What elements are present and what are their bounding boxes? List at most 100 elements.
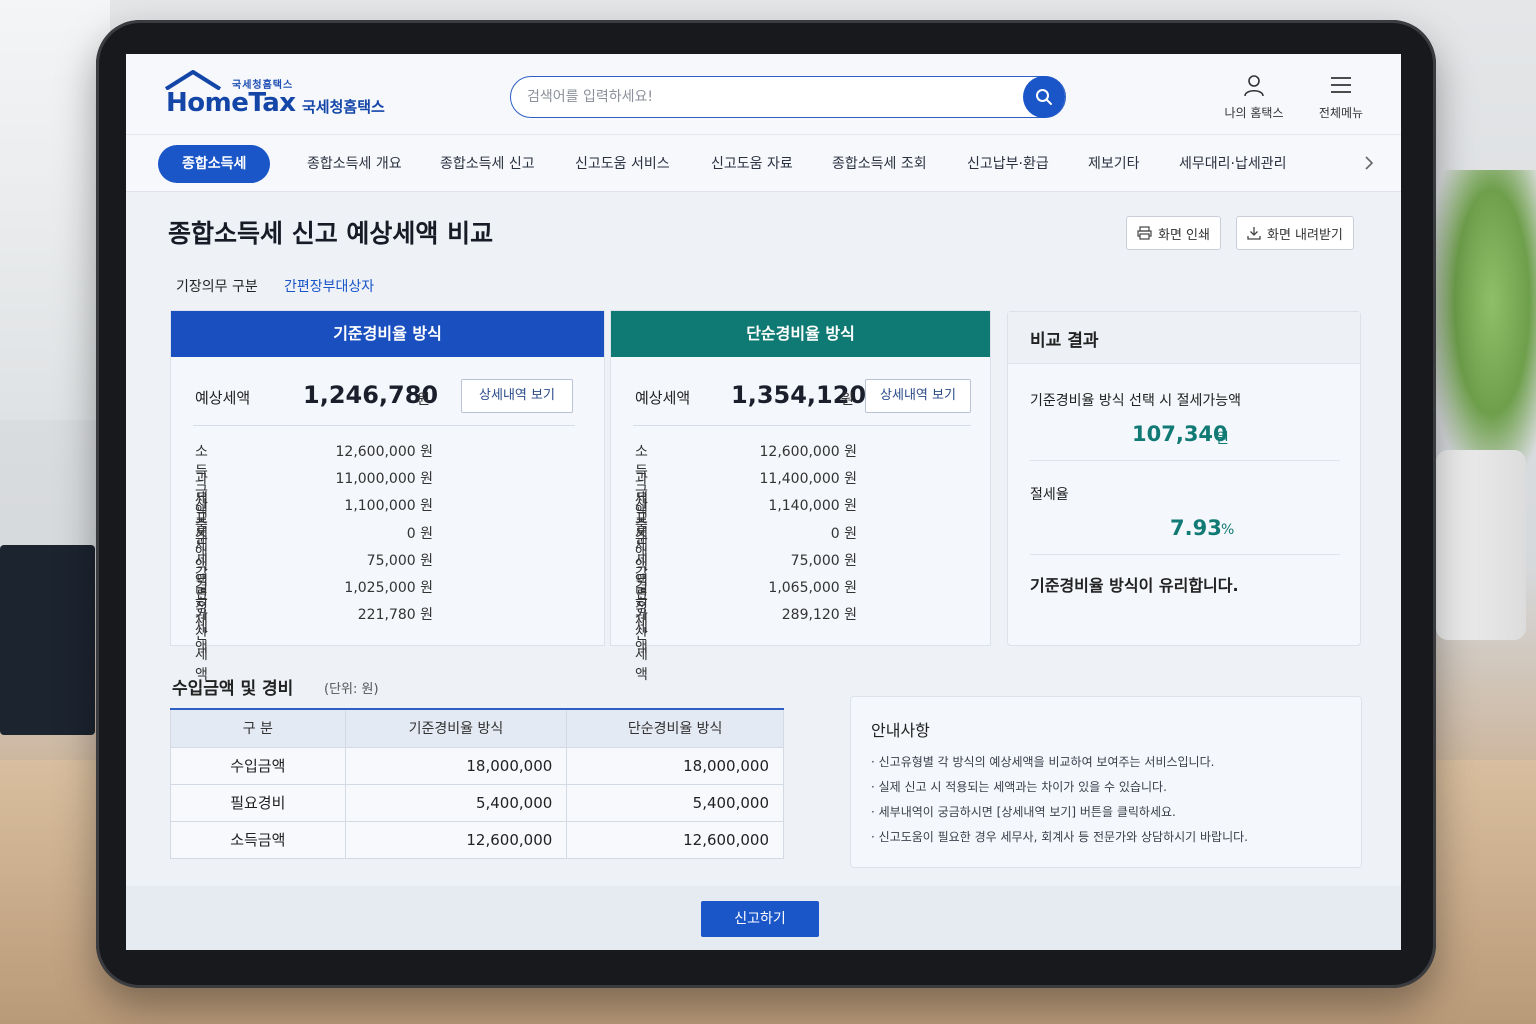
income-section-title: 수입금액 및 경비 — [172, 679, 294, 699]
house-roof-icon — [164, 70, 222, 90]
hamburger-menu-icon — [1331, 77, 1351, 93]
row-value: 11,000,000 원 — [335, 471, 434, 488]
saving-rate-unit: % — [1221, 522, 1235, 538]
row-value: 1,100,000 원 — [344, 498, 433, 515]
user-icon — [1244, 75, 1264, 97]
download-icon — [1247, 227, 1261, 240]
bookkeeping-duty-value: 간편장부대상자 — [284, 279, 375, 295]
download-screen-button[interactable]: 화면 내려받기 — [1236, 216, 1354, 250]
estimated-tax-label: 예상세액 — [195, 389, 251, 407]
print-screen-button[interactable]: 화면 인쇄 — [1126, 216, 1221, 250]
estimated-tax-unit: 원 — [417, 392, 430, 408]
row-value: 289,120 원 — [781, 607, 857, 624]
download-screen-label: 화면 내려받기 — [1267, 227, 1343, 243]
table-cell: 12,600,000 — [566, 820, 784, 859]
print-screen-label: 화면 인쇄 — [1158, 227, 1210, 243]
background-notebook — [0, 545, 95, 735]
notice-item: · 세부내역이 궁금하시면 [상세내역 보기] 버튼을 클릭하세요. — [871, 805, 1176, 819]
tax-saving-value: 107,340 — [1132, 422, 1228, 446]
simple-expense-method-card: 단순경비율 방식 예상세액 1,354,120 원 상세내역 보기 소득금액 12… — [610, 310, 991, 683]
table-row: 소득금액 12,600,000 12,600,000 — [170, 820, 784, 859]
logo-wordmark: HomeTax — [166, 88, 296, 118]
hometax-logo[interactable]: 국세청홈택스 HomeTax 국세청홈택스 — [160, 70, 400, 118]
row-value: 75,000 원 — [366, 552, 433, 569]
row-value: 0 원 — [406, 525, 433, 542]
bottom-action-bar: 신고하기 — [126, 886, 1401, 950]
view-details-button[interactable]: 상세내역 보기 — [865, 379, 971, 413]
card-title: 기준경비율 방식 — [171, 311, 604, 357]
row-label: 가산세액 — [635, 607, 648, 684]
notice-item: · 신고도움이 필요한 경우 세무사, 회계사 등 전문가와 상담하시기 바랍니… — [871, 830, 1248, 844]
my-hometax-label: 나의 홈택스 — [1224, 106, 1284, 120]
search-box — [510, 76, 1066, 118]
comparison-result-panel: 비교 결과 기준경비율 방식 선택 시 절세가능액 107,340 원 절세율 … — [1007, 311, 1361, 646]
nav-item-filing[interactable]: 종합소득세 신고 — [440, 135, 535, 193]
income-expense-table: 구 분 기준경비율 방식 단순경비율 방식 수입금액 18,000,000 18… — [170, 708, 784, 859]
search-button[interactable] — [1023, 76, 1065, 118]
notice-title: 안내사항 — [871, 721, 930, 740]
row-label: 가산세액 — [195, 607, 208, 684]
table-cell: 12,600,000 — [344, 820, 568, 859]
main-navigation: 종합소득세 종합소득세 개요 종합소득세 신고 신고도움 서비스 신고도움 자료… — [126, 134, 1401, 192]
table-cell: 5,400,000 — [344, 783, 568, 822]
search-input[interactable] — [527, 86, 1007, 108]
table-cell: 5,400,000 — [566, 783, 784, 822]
result-divider — [1030, 460, 1340, 461]
tax-saving-label: 기준경비율 방식 선택 시 절세가능액 — [1030, 393, 1241, 409]
column-header: 기준경비율 방식 — [344, 708, 568, 748]
row-header-cell: 소득금액 — [170, 820, 346, 859]
background-plant-pot — [1436, 450, 1526, 640]
card-divider — [193, 425, 575, 426]
column-header: 구 분 — [170, 708, 346, 748]
row-value: 1,140,000 원 — [768, 498, 857, 515]
estimated-tax-unit: 원 — [841, 392, 854, 408]
notice-item: · 실제 신고 시 적용되는 세액과는 차이가 있을 수 있습니다. — [871, 780, 1167, 794]
card-title: 단순경비율 방식 — [611, 311, 990, 357]
printer-icon — [1137, 226, 1152, 240]
row-value: 12,600,000 원 — [759, 444, 858, 460]
card-divider — [633, 425, 971, 426]
tablet-device: 국세청홈택스 HomeTax 국세청홈택스 나의 홈택스 — [96, 20, 1436, 988]
notice-list: · 신고유형별 각 방식의 예상세액을 비교하여 보여주는 서비스입니다. · … — [871, 753, 1248, 853]
nav-item-tax-agent[interactable]: 세무대리·납세관리 — [1179, 135, 1287, 193]
site-header: 국세청홈택스 HomeTax 국세청홈택스 나의 홈택스 — [126, 54, 1401, 134]
notice-panel: 안내사항 · 신고유형별 각 방식의 예상세액을 비교하여 보여주는 서비스입니… — [850, 696, 1362, 868]
table-cell: 18,000,000 — [566, 746, 784, 785]
income-unit-note: (단위: 원) — [324, 682, 379, 697]
result-conclusion: 기준경비율 방식이 유리합니다. — [1030, 576, 1239, 595]
nav-item-filing-help-service[interactable]: 신고도움 서비스 — [575, 135, 670, 193]
my-hometax-link[interactable]: 나의 홈택스 — [1214, 72, 1294, 121]
tablet-screen: 국세청홈택스 HomeTax 국세청홈택스 나의 홈택스 — [126, 54, 1401, 950]
nav-item-income-tax[interactable]: 종합소득세 — [158, 145, 271, 183]
nav-item-filing-help-data[interactable]: 신고도움 자료 — [711, 135, 793, 193]
nav-item-inquiry[interactable]: 종합소득세 조회 — [832, 135, 927, 193]
notice-item: · 신고유형별 각 방식의 예상세액을 비교하여 보여주는 서비스입니다. — [871, 755, 1215, 769]
row-value: 1,065,000 원 — [768, 579, 857, 596]
table-cell: 18,000,000 — [344, 746, 568, 785]
page-title: 종합소득세 신고 예상세액 비교 — [168, 219, 494, 248]
row-value: 221,780 원 — [357, 607, 433, 624]
all-menu-link[interactable]: 전체메뉴 — [1301, 72, 1381, 121]
logo-korean-name: 국세청홈택스 — [302, 98, 385, 116]
row-value: 11,400,000 원 — [759, 471, 858, 488]
nav-item-overview[interactable]: 종합소득세 개요 — [307, 135, 402, 193]
search-icon — [1036, 89, 1052, 105]
table-row: 필요경비 5,400,000 5,400,000 — [170, 783, 784, 822]
standard-expense-method-card: 기준경비율 방식 예상세액 1,246,780 원 상세내역 보기 소득금액 12… — [170, 310, 605, 683]
bookkeeping-duty-label: 기장의무 구분 — [176, 279, 258, 295]
row-value: 12,600,000 원 — [335, 444, 434, 460]
row-value: 75,000 원 — [790, 552, 857, 569]
view-details-button[interactable]: 상세내역 보기 — [461, 379, 573, 413]
saving-rate-value: 7.93 — [1170, 516, 1222, 540]
row-header-cell: 수입금액 — [170, 746, 346, 785]
chevron-right-icon[interactable] — [1359, 153, 1379, 173]
result-divider — [1030, 554, 1340, 555]
file-report-button[interactable]: 신고하기 — [701, 901, 819, 937]
nav-item-payment-refund[interactable]: 신고납부·환급 — [967, 135, 1049, 193]
row-value: 1,025,000 원 — [344, 579, 433, 596]
nav-item-report-other[interactable]: 제보기타 — [1088, 135, 1140, 193]
estimated-tax-label: 예상세액 — [635, 389, 691, 407]
tax-saving-unit: 원 — [1216, 431, 1229, 447]
row-value: 0 원 — [830, 525, 857, 542]
background-window — [0, 0, 110, 420]
